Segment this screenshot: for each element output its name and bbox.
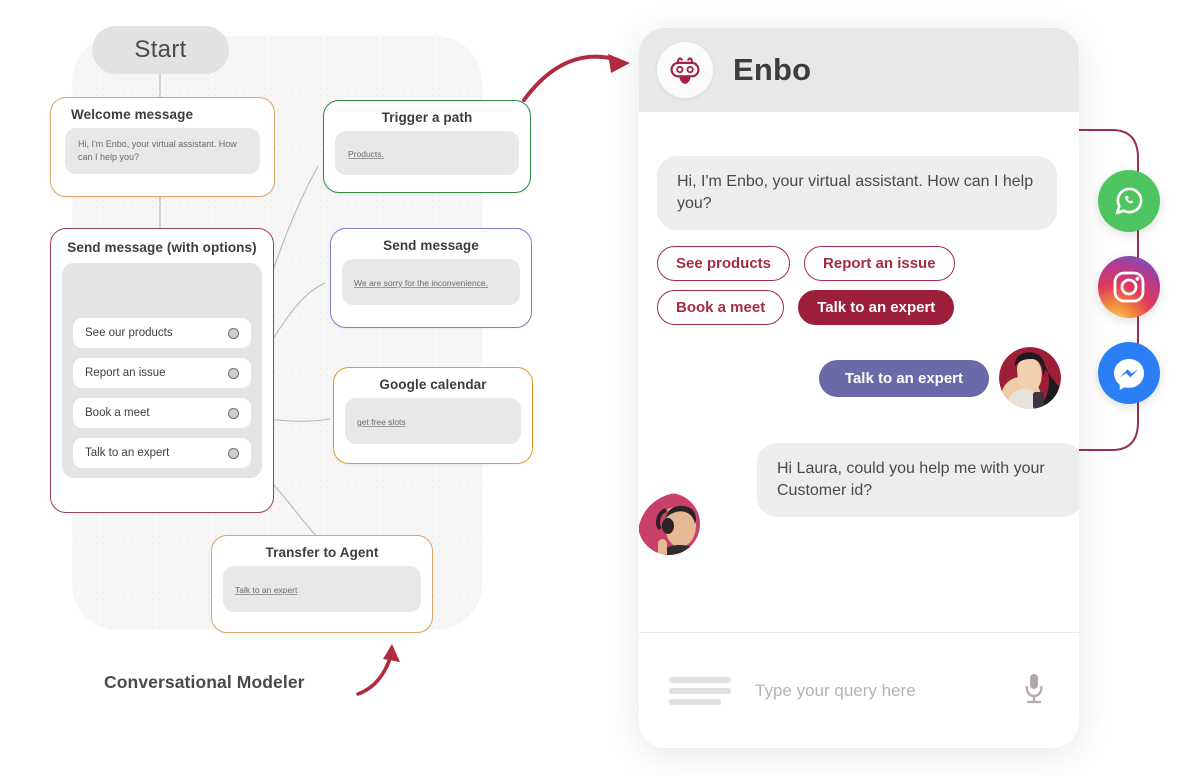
quick-reply-group: See products Report an issue Book a meet… [657,246,1057,326]
node-title: Welcome message [71,107,194,122]
node-body: Products. [335,131,519,175]
quick-reply-book-a-meet[interactable]: Book a meet [657,290,785,326]
conversational-modeler-canvas: Start Welcome message Hi, I'm Enbo, your… [0,0,600,776]
caption-arrow-icon [356,644,400,696]
node-body-link[interactable]: We are sorry for the inconvenience. [354,278,488,288]
flow-node-trigger-a-path[interactable]: Trigger a path Products. [323,100,531,193]
whatsapp-icon [1115,187,1143,215]
option-label: Talk to an expert [85,447,170,459]
agent-message-row: Hi Laura, could you help me with your Cu… [639,443,1079,556]
canvas-caption: Conversational Modeler [104,672,305,692]
option-label: Report an issue [85,367,166,379]
user-message-row: Talk to an expert [657,347,1061,410]
node-title: Trigger a path [381,110,473,125]
quick-reply-see-products[interactable]: See products [657,246,791,282]
flow-node-send-message-with-options[interactable]: Send message (with options) See our prod… [50,228,274,513]
node-title: Send message [383,238,479,253]
user-avatar [999,347,1061,410]
node-body: Hi, I'm Enbo, your virtual assistant. Ho… [65,128,260,175]
option-connector-dot-icon[interactable] [228,407,239,419]
option-row[interactable]: Report an issue [73,358,251,388]
bot-avatar [657,42,713,98]
node-body-link[interactable]: Talk to an expert [235,585,297,595]
flow-node-transfer-to-agent[interactable]: Transfer to Agent Talk to an expert [211,535,433,633]
bot-message-bubble: Hi, I'm Enbo, your virtual assistant. Ho… [657,156,1057,231]
channel-whatsapp[interactable] [1098,170,1160,232]
chat-title: Enbo [733,52,812,87]
hamburger-menu-icon[interactable] [669,676,731,705]
flow-node-google-calendar[interactable]: Google calendar get free slots [333,367,533,464]
robot-icon [670,57,700,84]
option-label: Book a meet [85,407,150,419]
channel-instagram[interactable] [1098,256,1160,318]
flow-node-start[interactable]: Start [92,26,229,74]
node-title: Send message (with options) [67,240,257,255]
option-row[interactable]: Book a meet [73,398,251,428]
chat-message-list: Hi, I'm Enbo, your virtual assistant. Ho… [639,112,1079,664]
chat-input-bar [639,632,1079,748]
quick-reply-report-an-issue[interactable]: Report an issue [804,246,955,282]
option-label: See our products [85,327,173,339]
flow-node-send-message[interactable]: Send message We are sorry for the inconv… [330,228,532,328]
node-title: Transfer to Agent [265,545,379,560]
chat-widget: Enbo Hi, I'm Enbo, your virtual assistan… [639,28,1079,748]
node-body-link[interactable]: get free slots [357,417,406,427]
user-message-bubble: Talk to an expert [818,359,989,397]
node-title: Google calendar [379,377,487,392]
node-body-text: Hi, I'm Enbo, your virtual assistant. Ho… [78,139,237,163]
option-connector-dot-icon[interactable] [228,327,239,339]
start-label: Start [134,36,187,63]
agent-avatar [639,493,700,556]
option-row[interactable]: Talk to an expert [73,438,251,468]
node-body: We are sorry for the inconvenience. [342,259,520,305]
node-body-link[interactable]: Products. [348,149,384,159]
microphone-icon[interactable] [1023,672,1045,709]
flow-to-chat-arrow-icon [522,54,630,102]
query-input[interactable] [753,679,1023,702]
options-tray: See our products Report an issue Book a … [62,263,262,478]
option-connector-dot-icon[interactable] [228,447,239,459]
channel-messenger[interactable] [1098,342,1160,404]
flow-node-welcome-message[interactable]: Welcome message Hi, I'm Enbo, your virtu… [50,97,275,197]
instagram-icon [1113,271,1145,303]
chat-header: Enbo [639,28,1079,112]
quick-reply-talk-to-an-expert[interactable]: Talk to an expert [798,290,955,326]
option-row[interactable]: See our products [73,318,251,348]
agent-message-bubble: Hi Laura, could you help me with your Cu… [757,443,1079,518]
node-body: get free slots [345,398,521,444]
channel-rail [1098,170,1182,422]
option-connector-dot-icon[interactable] [228,367,239,379]
messenger-icon [1114,359,1144,390]
node-body: Talk to an expert [223,566,421,612]
